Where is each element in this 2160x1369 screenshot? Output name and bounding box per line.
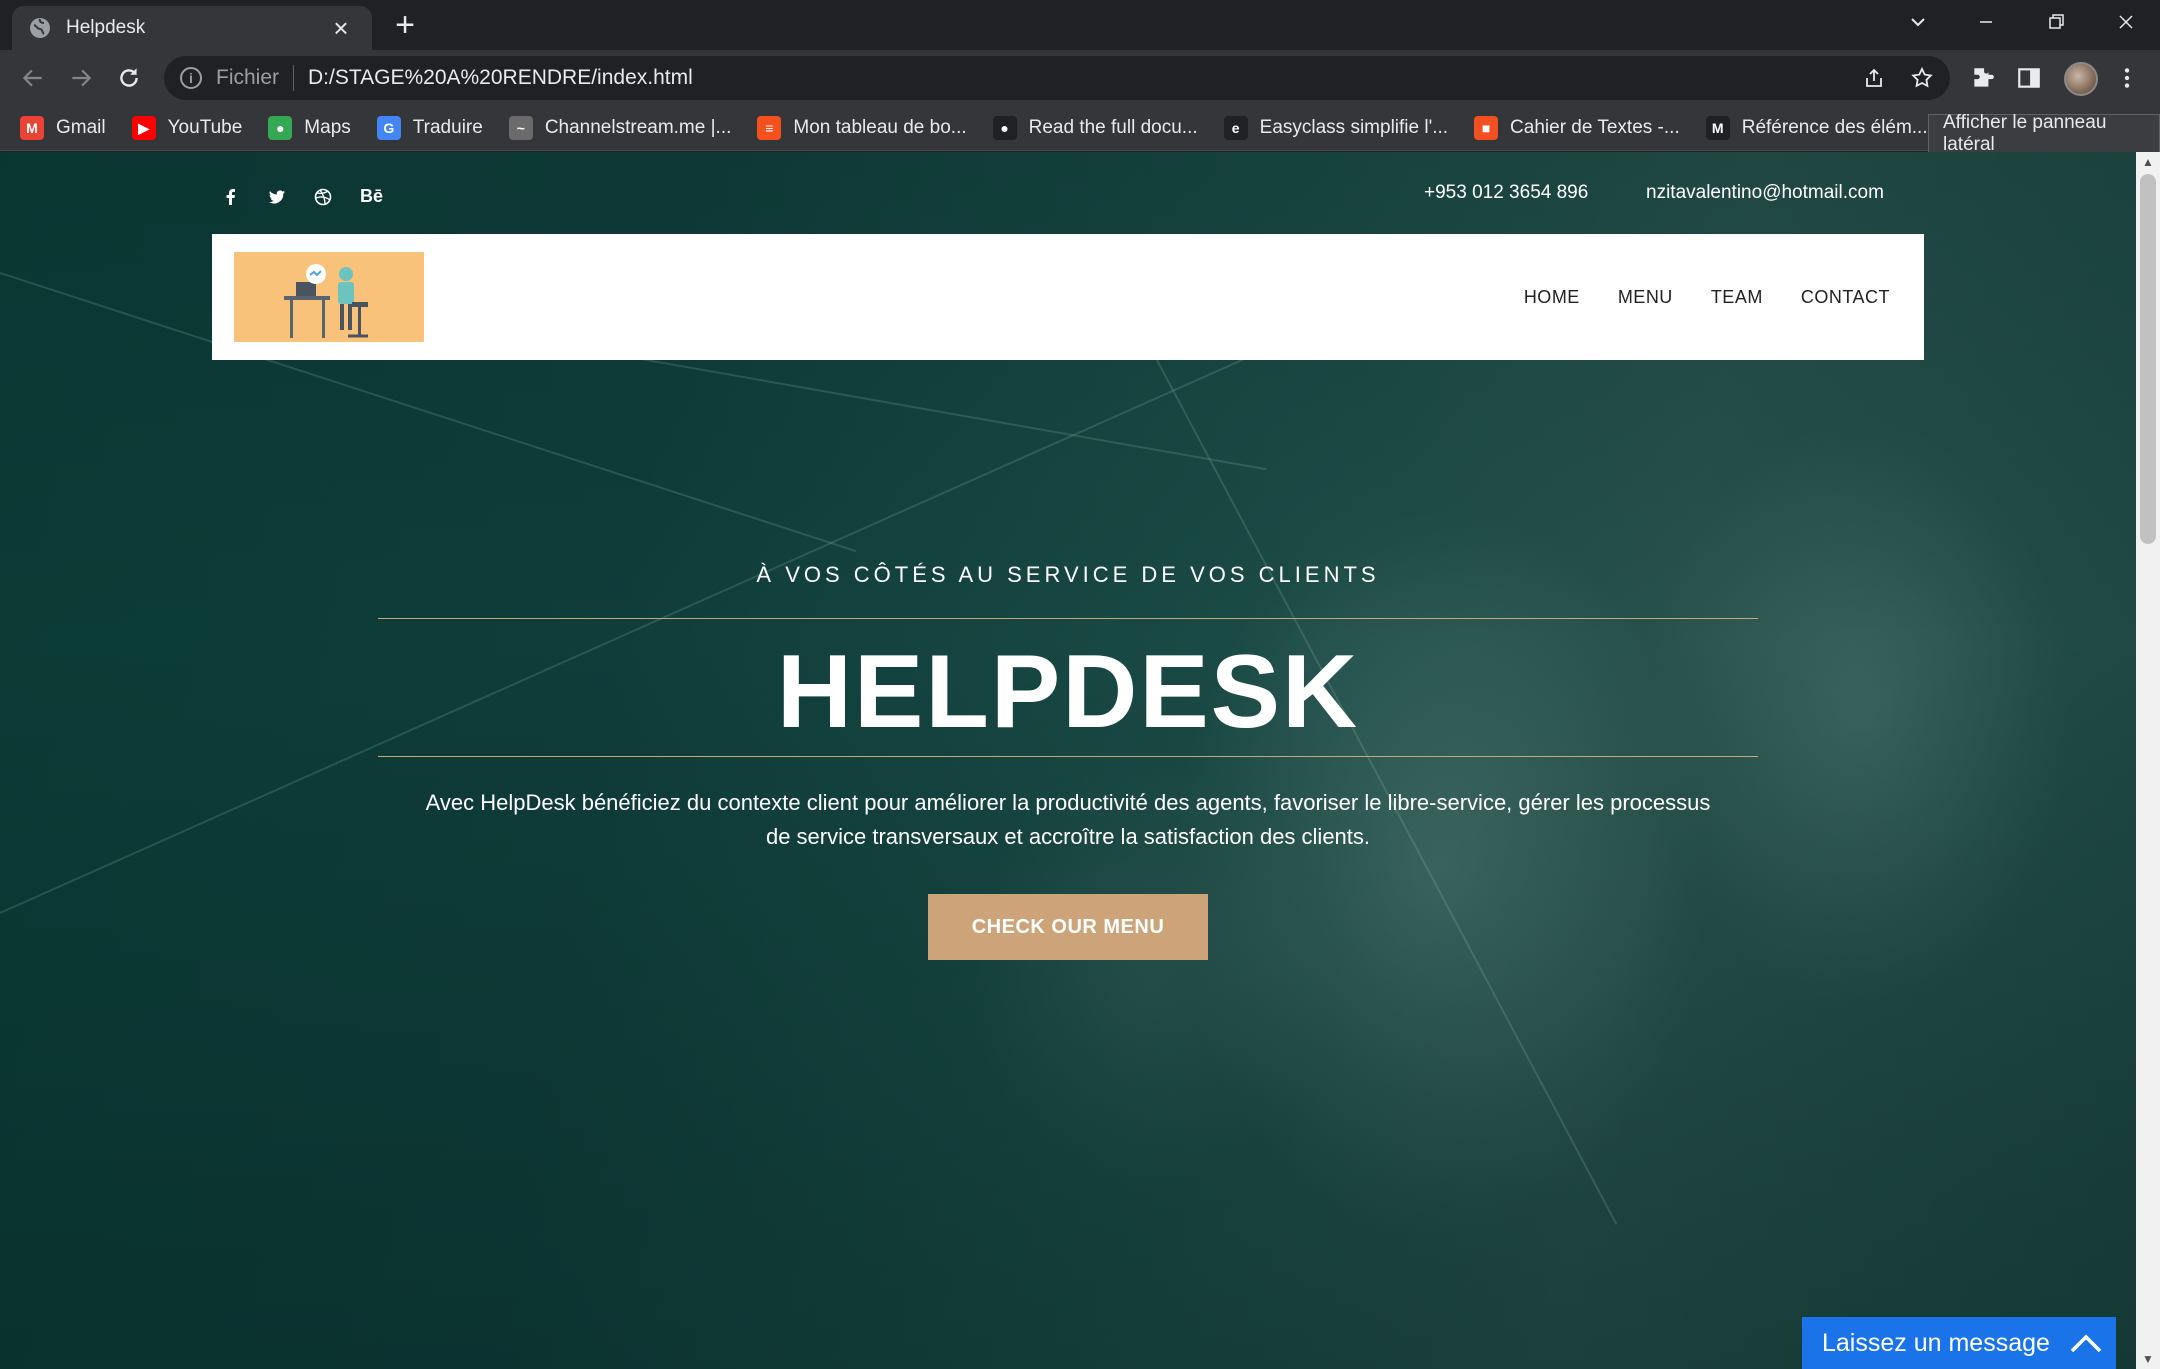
menu-dots-icon[interactable] xyxy=(2110,61,2144,95)
nav-item-home[interactable]: HOME xyxy=(1524,287,1580,308)
nav-item-team[interactable]: TEAM xyxy=(1711,287,1763,308)
forward-arrow-icon[interactable] xyxy=(64,61,98,95)
side-panel-tooltip: Afficher le panneau latéral xyxy=(1928,112,2160,155)
hero-divider-top xyxy=(378,618,1758,619)
scroll-up-arrow-icon[interactable]: ▲ xyxy=(2136,152,2160,172)
bookmark-item[interactable]: ● Maps xyxy=(268,116,351,140)
profile-avatar[interactable] xyxy=(2064,62,2098,96)
bookmark-label: Maps xyxy=(304,117,351,138)
phone-number[interactable]: +953 012 3654 896 xyxy=(1424,182,1588,204)
check-menu-button[interactable]: CHECK OUR MENU xyxy=(928,894,1208,960)
bookmark-item[interactable]: ▶ YouTube xyxy=(131,116,243,140)
url-text[interactable]: D:/STAGE%20A%20RENDRE/index.html xyxy=(308,66,693,90)
bookmark-item[interactable]: M Gmail xyxy=(20,116,106,140)
tab-title: Helpdesk xyxy=(66,17,146,38)
nav-item-menu[interactable]: MENU xyxy=(1618,287,1673,308)
close-window-icon[interactable] xyxy=(2092,0,2160,44)
bookmark-label: Mon tableau de bo... xyxy=(793,117,967,138)
address-bar[interactable]: i Fichier D:/STAGE%20A%20RENDRE/index.ht… xyxy=(164,56,1950,100)
globe-icon xyxy=(30,18,50,38)
browser-toolbar: i Fichier D:/STAGE%20A%20RENDRE/index.ht… xyxy=(0,50,2160,106)
chat-label: Laissez un message xyxy=(1822,1328,2050,1357)
bookmark-label: Traduire xyxy=(412,117,483,138)
youtube-icon: ▶ xyxy=(131,116,156,140)
bookmark-item[interactable]: ● Read the full docu... xyxy=(992,116,1198,140)
hero-divider-bottom xyxy=(378,756,1758,757)
page-viewport: Bē +953 012 3654 896 nzitavalentino@hotm… xyxy=(0,152,2136,1369)
bookmark-label: Cahier de Textes -... xyxy=(1510,117,1680,138)
bookmark-label: Easyclass simplifie l'... xyxy=(1259,117,1449,138)
easyclass-icon: e xyxy=(1223,116,1248,140)
main-nav: HOME MENU TEAM CONTACT xyxy=(1486,234,1890,360)
bookmark-label: Référence des élém... xyxy=(1741,117,1928,138)
bookmark-label: Gmail xyxy=(56,117,106,138)
scrollbar-thumb[interactable] xyxy=(2140,174,2156,544)
restore-icon[interactable] xyxy=(2022,0,2090,44)
tab-search-icon[interactable] xyxy=(1884,0,1952,44)
share-icon[interactable] xyxy=(1854,56,1894,100)
chevron-up-icon[interactable] xyxy=(2056,1317,2116,1369)
side-panel-icon[interactable] xyxy=(2012,61,2046,95)
bookmarks-bar: M Gmail ▶ YouTube ● Maps G Traduire ~ Channelstre… xyxy=(0,106,2160,151)
hero-description: Avec HelpDesk bénéficiez du contexte cli… xyxy=(425,790,1711,849)
extensions-icon[interactable] xyxy=(1966,61,2000,95)
url-scheme: Fichier xyxy=(216,66,280,89)
hero-eyebrow: À VOS CÔTÉS AU SERVICE DE VOS CLIENTS xyxy=(756,562,1380,587)
maps-icon: ● xyxy=(268,116,293,140)
browser-tab-bar: Helpdesk × + xyxy=(0,0,2160,50)
bookmark-item[interactable]: M Référence des élém... xyxy=(1705,116,1928,140)
tab-close-icon[interactable]: × xyxy=(328,15,354,41)
hero-title: HELPDESK xyxy=(776,634,1360,750)
browser-tab[interactable]: Helpdesk × xyxy=(12,6,372,50)
page-scrollbar[interactable]: ▲ ▼ xyxy=(2136,152,2160,1369)
site-header: HOME MENU TEAM CONTACT xyxy=(212,234,1924,360)
mdn-icon: M xyxy=(1705,116,1730,140)
behance-icon[interactable]: Bē xyxy=(360,186,383,207)
translate-icon: G xyxy=(376,116,401,140)
scroll-down-arrow-icon[interactable]: ▼ xyxy=(2136,1349,2160,1369)
url-separator xyxy=(293,65,295,91)
bookmark-label: YouTube xyxy=(167,117,243,138)
twitter-icon[interactable] xyxy=(268,188,286,206)
bookmark-item[interactable]: ■ Cahier de Textes -... xyxy=(1474,116,1680,140)
bookmark-item[interactable]: ≡ Mon tableau de bo... xyxy=(757,116,967,140)
bookmark-label: Channelstream.me |... xyxy=(544,117,732,138)
bookmark-label: Read the full docu... xyxy=(1028,117,1198,138)
channelstream-icon: ~ xyxy=(508,116,533,140)
reload-icon[interactable] xyxy=(112,61,146,95)
dashboard-icon: ≡ xyxy=(757,116,782,140)
bookmark-item[interactable]: ~ Channelstream.me |... xyxy=(508,116,732,140)
new-tab-button[interactable]: + xyxy=(388,8,422,42)
chat-widget[interactable]: Laissez un message xyxy=(1802,1317,2116,1369)
dribbble-icon[interactable] xyxy=(314,188,332,206)
email-address[interactable]: nzitavalentino@hotmail.com xyxy=(1646,182,1884,204)
star-icon[interactable] xyxy=(1902,56,1942,100)
info-icon[interactable]: i xyxy=(180,67,202,89)
minimize-icon[interactable] xyxy=(1952,0,2020,44)
facebook-icon[interactable] xyxy=(222,188,240,206)
social-links: Bē xyxy=(222,186,411,207)
gmail-icon: M xyxy=(20,116,44,140)
back-arrow-icon[interactable] xyxy=(16,61,50,95)
bookmark-item[interactable]: G Traduire xyxy=(376,116,483,140)
nav-item-contact[interactable]: CONTACT xyxy=(1801,287,1890,308)
bookmark-item[interactable]: e Easyclass simplifie l'... xyxy=(1223,116,1449,140)
helpdesk-logo[interactable] xyxy=(234,252,424,342)
microsoft-icon: ■ xyxy=(1474,116,1499,140)
github-icon: ● xyxy=(992,116,1017,140)
